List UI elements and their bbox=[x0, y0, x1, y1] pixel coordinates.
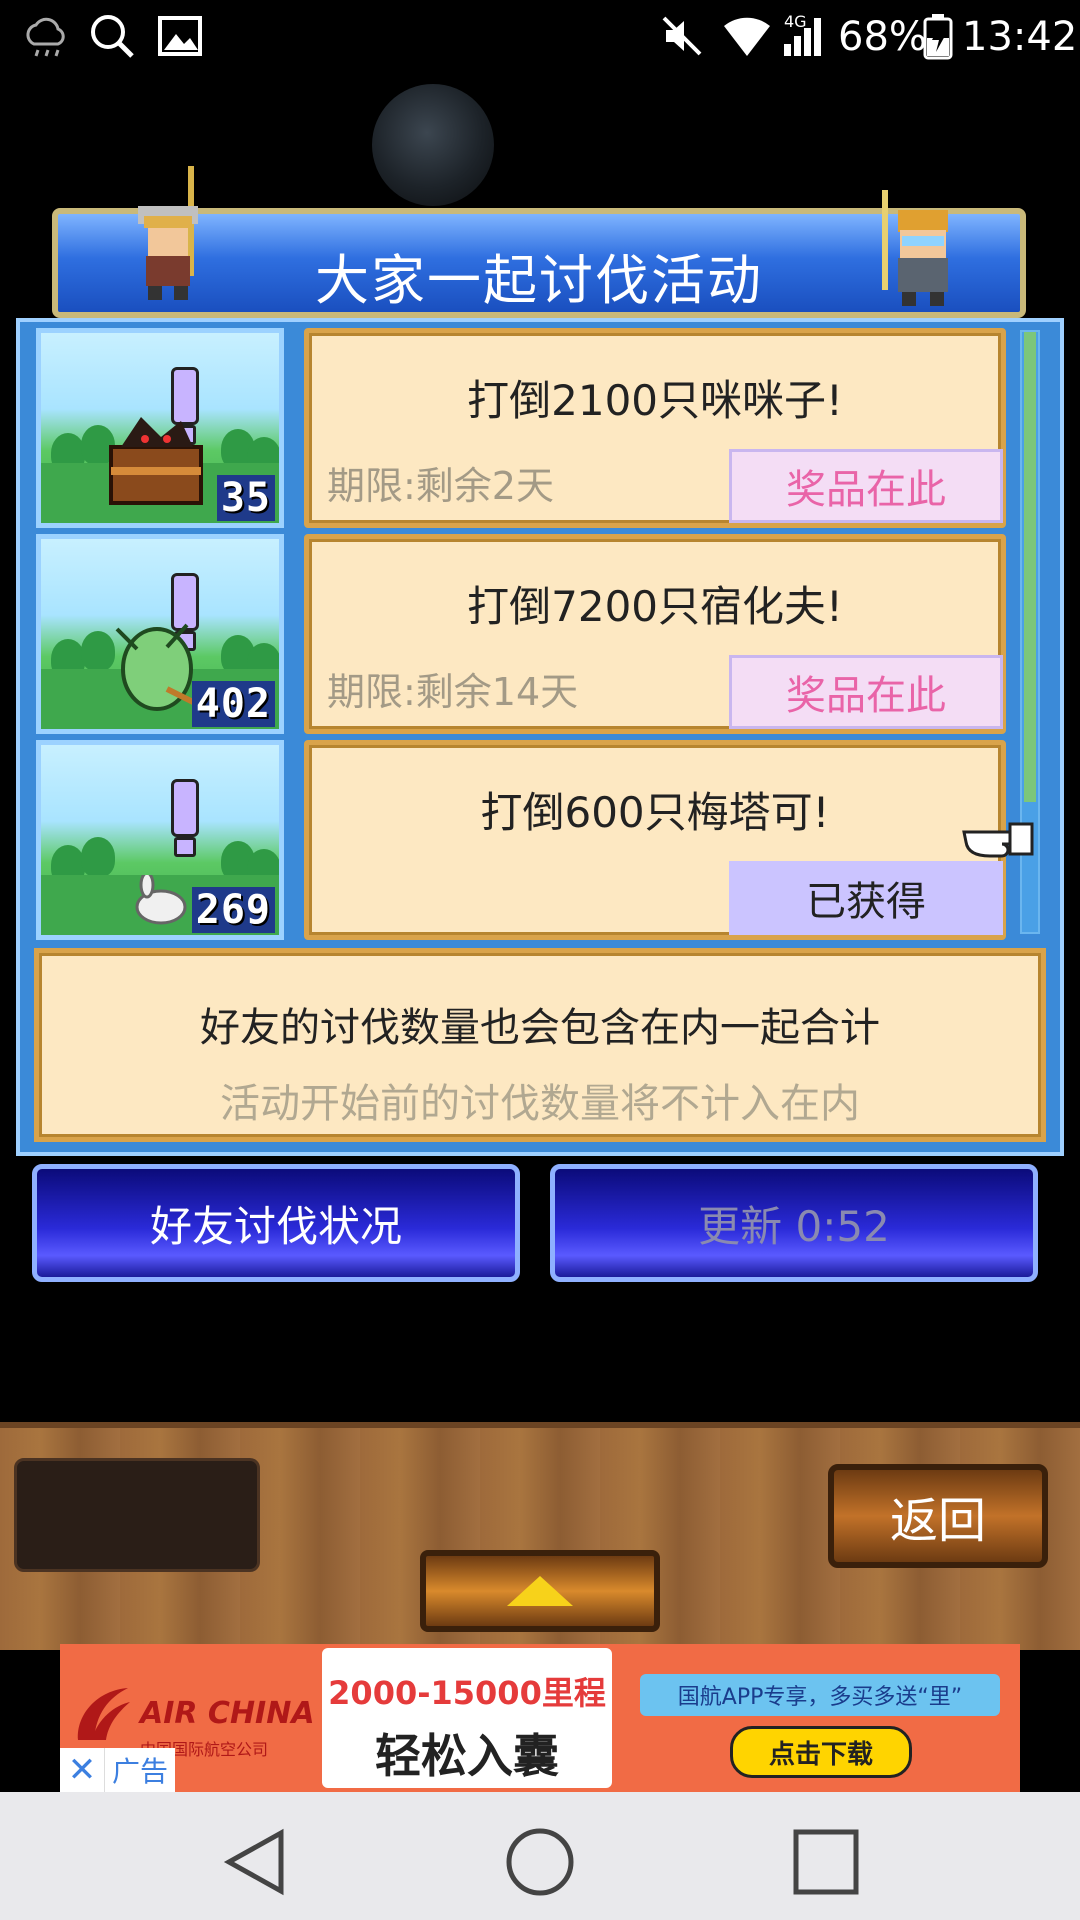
quest-deadline: 期限:剩余2天 bbox=[327, 464, 554, 508]
prize-button[interactable]: 奖品在此 bbox=[729, 449, 1003, 523]
wifi-icon bbox=[722, 10, 772, 62]
ad-close-icon[interactable]: ✕ bbox=[60, 1748, 105, 1792]
bottom-toolbar: 返回 bbox=[0, 1422, 1080, 1650]
image-icon bbox=[158, 10, 202, 62]
search-icon bbox=[88, 10, 136, 62]
note-line-1: 好友的讨伐数量也会包含在内一起合计 bbox=[200, 1005, 880, 1051]
quest-deadline: 期限:剩余14天 bbox=[327, 670, 579, 714]
monster-count: 269 bbox=[191, 887, 275, 933]
monster-count: 35 bbox=[216, 475, 275, 521]
cloud-icon bbox=[22, 10, 70, 62]
scroll-up-button[interactable] bbox=[420, 1550, 660, 1632]
network-type: 4G bbox=[784, 12, 807, 31]
scrollbar-thumb[interactable] bbox=[1024, 332, 1036, 802]
ad-label: 广告 bbox=[111, 1755, 168, 1788]
info-note: 好友的讨伐数量也会包含在内一起合计 活动开始前的讨伐数量将不计入在内 bbox=[34, 948, 1046, 1142]
quest-row: 402 打倒7200只宿化夫! 期限:剩余14天 奖品在此 bbox=[36, 534, 1006, 734]
ad-brand: AIR CHINA bbox=[140, 1696, 315, 1731]
friends-status-button[interactable]: 好友讨伐状况 bbox=[32, 1164, 520, 1282]
recents-square-icon[interactable] bbox=[786, 1822, 866, 1902]
monster-count: 402 bbox=[191, 681, 275, 727]
ad-banner[interactable]: AIR CHINA 中国国际航空公司 2000-15000里程 轻松入囊 国航A… bbox=[60, 1644, 1020, 1792]
system-nav-bar bbox=[0, 1792, 1080, 1920]
mute-icon bbox=[660, 10, 704, 62]
ad-offer-box: 2000-15000里程 轻松入囊 bbox=[322, 1648, 612, 1788]
pointing-hand-icon bbox=[960, 814, 1036, 868]
exclamation-icon bbox=[171, 779, 199, 837]
quest-card: 打倒600只梅塔可! 已获得 bbox=[304, 740, 1006, 940]
ad-headline: 2000-15000里程 bbox=[328, 1674, 606, 1712]
quest-thumbnail: 35 bbox=[36, 328, 284, 528]
obtained-button[interactable]: 已获得 bbox=[729, 861, 1003, 935]
ad-download-button[interactable]: 点击下载 bbox=[730, 1726, 912, 1778]
quest-title: 打倒7200只宿化夫! bbox=[467, 582, 843, 631]
rabbit-monster-icon bbox=[131, 871, 191, 929]
quest-title: 打倒600只梅塔可! bbox=[480, 788, 830, 837]
back-button[interactable]: 返回 bbox=[828, 1464, 1048, 1568]
quest-card: 打倒2100只咪咪子! 期限:剩余2天 奖品在此 bbox=[304, 328, 1006, 528]
prize-button[interactable]: 奖品在此 bbox=[729, 655, 1003, 729]
quest-row: 35 打倒2100只咪咪子! 期限:剩余2天 奖品在此 bbox=[36, 328, 1006, 528]
knight-character-icon bbox=[868, 190, 968, 314]
quest-thumbnail: 269 bbox=[36, 740, 284, 940]
clock: 13:42 bbox=[962, 14, 1078, 60]
home-circle-icon[interactable] bbox=[500, 1822, 580, 1902]
quest-row: 269 打倒600只梅塔可! 已获得 bbox=[36, 740, 1006, 940]
status-bar: 4G 68% 13:42 bbox=[0, 0, 1080, 74]
ad-tag: ✕ 广告 bbox=[60, 1748, 175, 1792]
warrior-character-icon bbox=[118, 166, 228, 310]
ad-promo: 国航APP专享，多买多送“里” bbox=[640, 1674, 1000, 1716]
up-arrow-icon bbox=[507, 1576, 573, 1606]
empty-slot bbox=[14, 1458, 260, 1572]
note-line-2: 活动开始前的讨伐数量将不计入在内 bbox=[220, 1081, 860, 1127]
quest-title: 打倒2100只咪咪子! bbox=[467, 376, 843, 425]
quest-card: 打倒7200只宿化夫! 期限:剩余14天 奖品在此 bbox=[304, 534, 1006, 734]
back-triangle-icon[interactable] bbox=[216, 1822, 296, 1902]
air-china-logo-icon bbox=[68, 1684, 134, 1748]
moon-decoration bbox=[372, 84, 494, 206]
quest-thumbnail: 402 bbox=[36, 534, 284, 734]
update-button[interactable]: 更新 0:52 bbox=[550, 1164, 1038, 1282]
battery-icon bbox=[922, 10, 954, 62]
ad-subline: 轻松入囊 bbox=[375, 1729, 559, 1783]
treasure-chest-monster-icon bbox=[101, 417, 211, 511]
battery-percent: 68% bbox=[838, 14, 927, 60]
